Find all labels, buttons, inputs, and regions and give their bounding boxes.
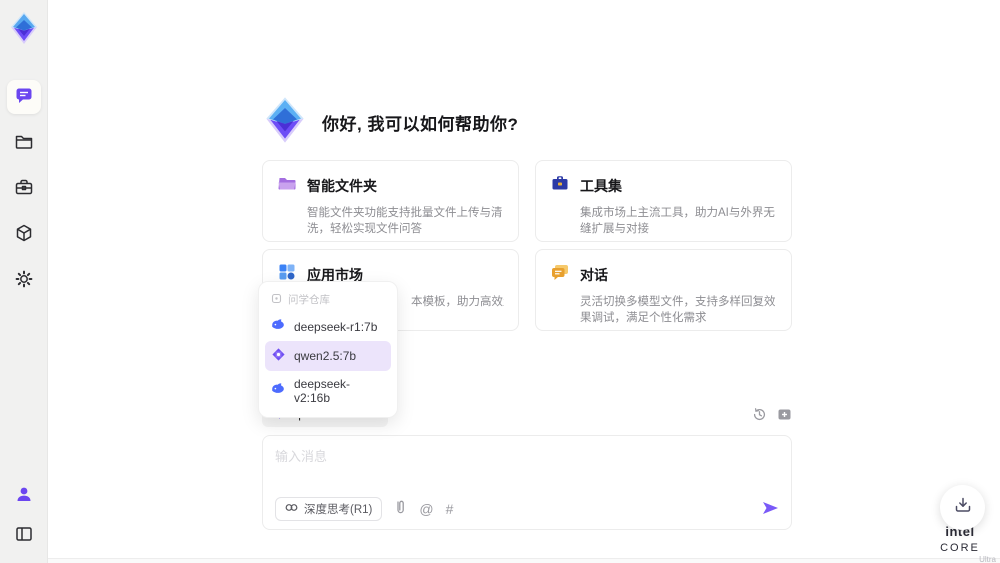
hash-icon[interactable]: # xyxy=(446,502,454,516)
window-bottom-edge xyxy=(0,558,1000,563)
dialog-icon xyxy=(550,262,570,287)
new-chat-icon[interactable] xyxy=(777,407,792,422)
model-option-label: deepseek-v2:16b xyxy=(294,377,351,405)
deepseek-icon xyxy=(271,383,286,399)
card-dialog[interactable]: 对话 灵活切换多模型文件，支持多样回复效果调试，满足个性化需求 xyxy=(535,249,792,331)
toolbox-icon xyxy=(14,177,34,202)
greeting: 你好, 我可以如何帮助你? xyxy=(262,96,518,149)
card-desc: 集成市场上主流工具，助力AI与外界无缝扩展与对接 xyxy=(580,207,775,235)
intel-core-text: core xyxy=(940,542,980,554)
model-dropdown: 问学仓库 deepseek-r1:7b qwen2.5:7b deepseek-… xyxy=(258,281,398,418)
card-desc: 智能文件夹功能支持批量文件上传与清洗，轻松实现文件问答 xyxy=(307,207,503,235)
greeting-logo-icon xyxy=(262,96,308,149)
card-toolset[interactable]: 工具集 集成市场上主流工具，助力AI与外界无缝扩展与对接 xyxy=(535,160,792,242)
repo-icon xyxy=(271,293,282,307)
sidebar-item-toolbox[interactable] xyxy=(7,172,41,206)
model-option-deepseek-r1[interactable]: deepseek-r1:7b xyxy=(265,313,391,341)
download-button[interactable] xyxy=(940,485,985,530)
deepseek-icon xyxy=(271,319,286,335)
model-dropdown-header-label: 问学仓库 xyxy=(288,294,330,306)
cube-icon xyxy=(14,223,34,248)
model-option-label: qwen2.5:7b xyxy=(294,349,357,363)
download-icon xyxy=(953,495,973,520)
model-option-deepseek-v2[interactable]: deepseek-v2:16b xyxy=(265,371,391,411)
sidebar-item-apps[interactable] xyxy=(7,218,41,252)
card-title: 智能文件夹 xyxy=(307,177,377,194)
qwen-icon xyxy=(271,347,286,365)
sidebar-item-chat[interactable] xyxy=(6,80,41,114)
panel-icon xyxy=(14,524,34,549)
user-icon xyxy=(14,484,34,509)
app-logo-icon xyxy=(6,8,42,48)
send-icon xyxy=(761,500,779,519)
composer: 深度思考(R1) @ # xyxy=(262,435,792,530)
intel-tier-text: Ultra xyxy=(979,555,996,563)
sidebar-item-account[interactable] xyxy=(7,479,41,513)
sidebar xyxy=(0,0,48,563)
sidebar-nav xyxy=(6,80,41,298)
folder-icon xyxy=(14,131,34,156)
card-title: 对话 xyxy=(580,266,608,283)
card-desc: 灵活切换多模型文件，支持多样回复效果调试，满足个性化需求 xyxy=(580,296,776,324)
model-dropdown-header: 问学仓库 xyxy=(265,288,391,313)
deep-think-label: 深度思考(R1) xyxy=(304,504,373,516)
model-option-label: deepseek-r1:7b xyxy=(294,320,378,334)
card-title: 工具集 xyxy=(580,177,622,194)
sidebar-item-collapse[interactable] xyxy=(7,519,41,553)
model-option-qwen[interactable]: qwen2.5:7b xyxy=(265,341,391,371)
attach-icon[interactable] xyxy=(394,499,407,520)
send-button[interactable] xyxy=(761,500,779,519)
mention-icon[interactable]: @ xyxy=(419,502,433,516)
gear-icon xyxy=(14,269,34,294)
sidebar-item-folders[interactable] xyxy=(7,126,41,160)
chat-icon xyxy=(14,85,34,110)
history-icon[interactable] xyxy=(752,407,767,422)
deep-think-toggle[interactable]: 深度思考(R1) xyxy=(275,497,383,521)
toolset-icon xyxy=(550,173,570,198)
greeting-title: 你好, 我可以如何帮助你? xyxy=(322,115,519,134)
smart-folder-icon xyxy=(277,173,297,198)
message-input[interactable] xyxy=(275,446,779,497)
sidebar-item-settings[interactable] xyxy=(7,264,41,298)
card-smart-folder[interactable]: 智能文件夹 智能文件夹功能支持批量文件上传与清洗，轻松实现文件问答 xyxy=(262,160,519,242)
deep-think-icon xyxy=(285,502,298,516)
